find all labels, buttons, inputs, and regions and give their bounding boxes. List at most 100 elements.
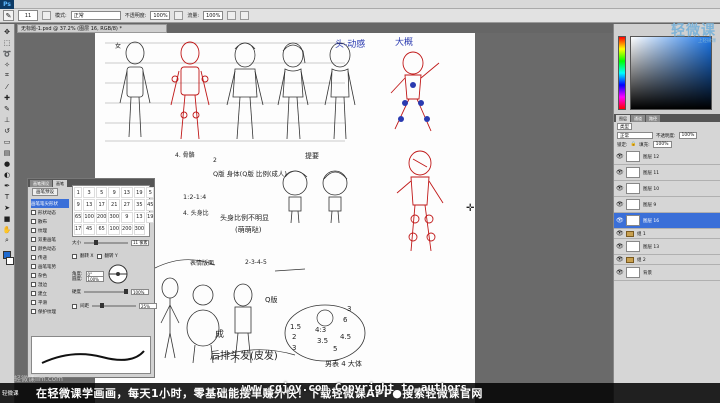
brush-tip-cell[interactable]: 13	[83, 199, 95, 211]
brush-tip-cell[interactable]: 17	[74, 223, 83, 235]
visibility-eye-icon[interactable]: 👁	[616, 243, 624, 250]
visibility-eye-icon[interactable]: 👁	[616, 153, 624, 160]
path-select-tool-icon[interactable]: ➤	[2, 203, 12, 212]
tab-brush[interactable]: 画笔	[53, 180, 67, 187]
visibility-eye-icon[interactable]: 👁	[616, 169, 624, 176]
visibility-eye-icon[interactable]: 👁	[616, 201, 624, 208]
hardness-slider[interactable]	[84, 289, 128, 294]
quick-select-tool-icon[interactable]: ✧	[2, 60, 12, 69]
brush-tip-cell[interactable]: 300	[108, 211, 121, 223]
brush-tip-cell[interactable]: 3	[83, 187, 95, 199]
tab-channels[interactable]: 通道	[631, 115, 645, 122]
layer-row[interactable]: 👁 背景	[614, 265, 720, 281]
spacing-slider[interactable]	[92, 303, 136, 308]
brush-size-picker[interactable]: 11	[18, 10, 38, 21]
eyedropper-tool-icon[interactable]: ⁄	[2, 82, 12, 91]
slider-knob[interactable]	[124, 289, 128, 294]
brush-setting-item[interactable]: 建立	[31, 289, 69, 298]
brush-tip-cell[interactable]: 45	[146, 199, 155, 211]
eraser-tool-icon[interactable]: ▭	[2, 137, 12, 146]
brush-tip-cell[interactable]: 100	[83, 211, 95, 223]
checkbox[interactable]	[31, 255, 36, 260]
checkbox[interactable]	[31, 228, 36, 233]
mode-select[interactable]: 正常	[70, 11, 121, 20]
brush-tip-cell[interactable]: 27	[121, 199, 133, 211]
brush-tip-cell[interactable]: 100	[108, 223, 121, 235]
checkbox[interactable]	[31, 219, 36, 224]
zoom-tool-icon[interactable]: ⌕	[2, 236, 12, 245]
type-tool-icon[interactable]: T	[2, 192, 12, 201]
brush-tip-cell[interactable]: 13	[133, 211, 146, 223]
layer-group-row[interactable]: 👁 组 2	[614, 255, 720, 265]
dodge-tool-icon[interactable]: ◐	[2, 170, 12, 179]
visibility-eye-icon[interactable]: 👁	[616, 269, 624, 276]
brush-setting-item[interactable]: 平滑	[31, 298, 69, 307]
brush-panel-toggle-icon[interactable]	[42, 11, 51, 20]
checkbox[interactable]	[31, 273, 36, 278]
checkbox[interactable]	[31, 246, 36, 251]
brush-tip-cell[interactable]: 17	[95, 199, 108, 211]
brush-setting-item[interactable]: 杂色	[31, 271, 69, 280]
clone-stamp-tool-icon[interactable]: ⊥	[2, 115, 12, 124]
layer-row[interactable]: 👁 图层 11	[614, 165, 720, 181]
brush-setting-item[interactable]: 保护纹理	[31, 307, 69, 316]
visibility-eye-icon[interactable]: 👁	[616, 256, 624, 263]
flow-input[interactable]: 100%	[203, 11, 224, 20]
layer-opacity-input[interactable]: 100%	[678, 132, 698, 139]
brush-tool-preset-icon[interactable]: ✎	[3, 10, 14, 21]
visibility-eye-icon[interactable]: 👁	[616, 217, 624, 224]
layer-kind-select[interactable]: 类型	[617, 123, 632, 130]
spacing-input[interactable]: 25%	[139, 303, 157, 309]
visibility-eye-icon[interactable]: 👁	[616, 185, 624, 192]
brush-angle-widget[interactable]	[107, 263, 129, 285]
checkbox[interactable]	[31, 237, 36, 242]
brush-tip-cell[interactable]: 300	[133, 223, 146, 235]
roundness-input[interactable]: 100%	[85, 276, 104, 282]
checkbox[interactable]	[31, 210, 36, 215]
brush-setting-item[interactable]: 画笔笔尖形状	[31, 199, 69, 208]
opacity-input[interactable]: 100%	[150, 11, 171, 20]
airbrush-icon[interactable]	[227, 11, 237, 20]
slider-knob[interactable]	[100, 303, 104, 308]
brush-tip-cell[interactable]: 13	[121, 187, 133, 199]
brush-tip-cell[interactable]: 9	[108, 187, 121, 199]
brush-tip-cell[interactable]: 200	[121, 223, 133, 235]
tab-brush-presets[interactable]: 画笔预设	[30, 180, 52, 187]
hue-slider[interactable]	[618, 36, 626, 110]
layer-group-row[interactable]: 👁 组 1	[614, 229, 720, 239]
brush-tip-cell[interactable]: 21	[108, 199, 121, 211]
brush-size-slider[interactable]	[84, 240, 128, 245]
checkbox[interactable]	[31, 300, 36, 305]
pressure-size-icon[interactable]	[240, 11, 250, 20]
color-picker-field[interactable]	[630, 36, 712, 110]
layer-row[interactable]: 👁 图层 10	[614, 181, 720, 197]
brush-tip-cell[interactable]: 65	[95, 223, 108, 235]
blur-tool-icon[interactable]: ●	[2, 159, 12, 168]
brush-tip-cell[interactable]: 9	[74, 199, 83, 211]
checkbox[interactable]	[31, 291, 36, 296]
brush-setting-item[interactable]: 画笔笔势	[31, 262, 69, 271]
brush-tip-cell[interactable]: 5	[95, 187, 108, 199]
blend-mode-select[interactable]: 正常	[617, 132, 653, 139]
history-brush-tool-icon[interactable]: ↺	[2, 126, 12, 135]
brush-setting-item[interactable]: 颜色动态	[31, 244, 69, 253]
hardness-input[interactable]: 100%	[131, 289, 149, 295]
brush-setting-item[interactable]: 散布	[31, 217, 69, 226]
shape-tool-icon[interactable]: ■	[2, 214, 12, 223]
background-color-swatch[interactable]	[5, 257, 14, 265]
layer-row[interactable]: 👁 图层 9	[614, 197, 720, 213]
brush-presets-button[interactable]: 画笔预设	[32, 188, 58, 196]
flip-x-checkbox[interactable]	[72, 253, 77, 259]
brush-tip-cell[interactable]: 65	[74, 211, 83, 223]
slider-knob[interactable]	[94, 240, 98, 245]
pen-tool-icon[interactable]: ✒	[2, 181, 12, 190]
pressure-opacity-icon[interactable]	[174, 11, 184, 20]
checkbox[interactable]	[31, 309, 36, 314]
brush-size-input[interactable]: 11 像素	[131, 240, 149, 246]
tab-paths[interactable]: 路径	[646, 115, 660, 122]
layer-fill-input[interactable]: 100%	[652, 141, 672, 148]
brush-tip-cell[interactable]: 5	[146, 187, 155, 199]
brush-tip-cell[interactable]: 9	[121, 211, 133, 223]
lasso-tool-icon[interactable]: ➰	[2, 49, 12, 58]
brush-setting-item[interactable]: 形状动态	[31, 208, 69, 217]
